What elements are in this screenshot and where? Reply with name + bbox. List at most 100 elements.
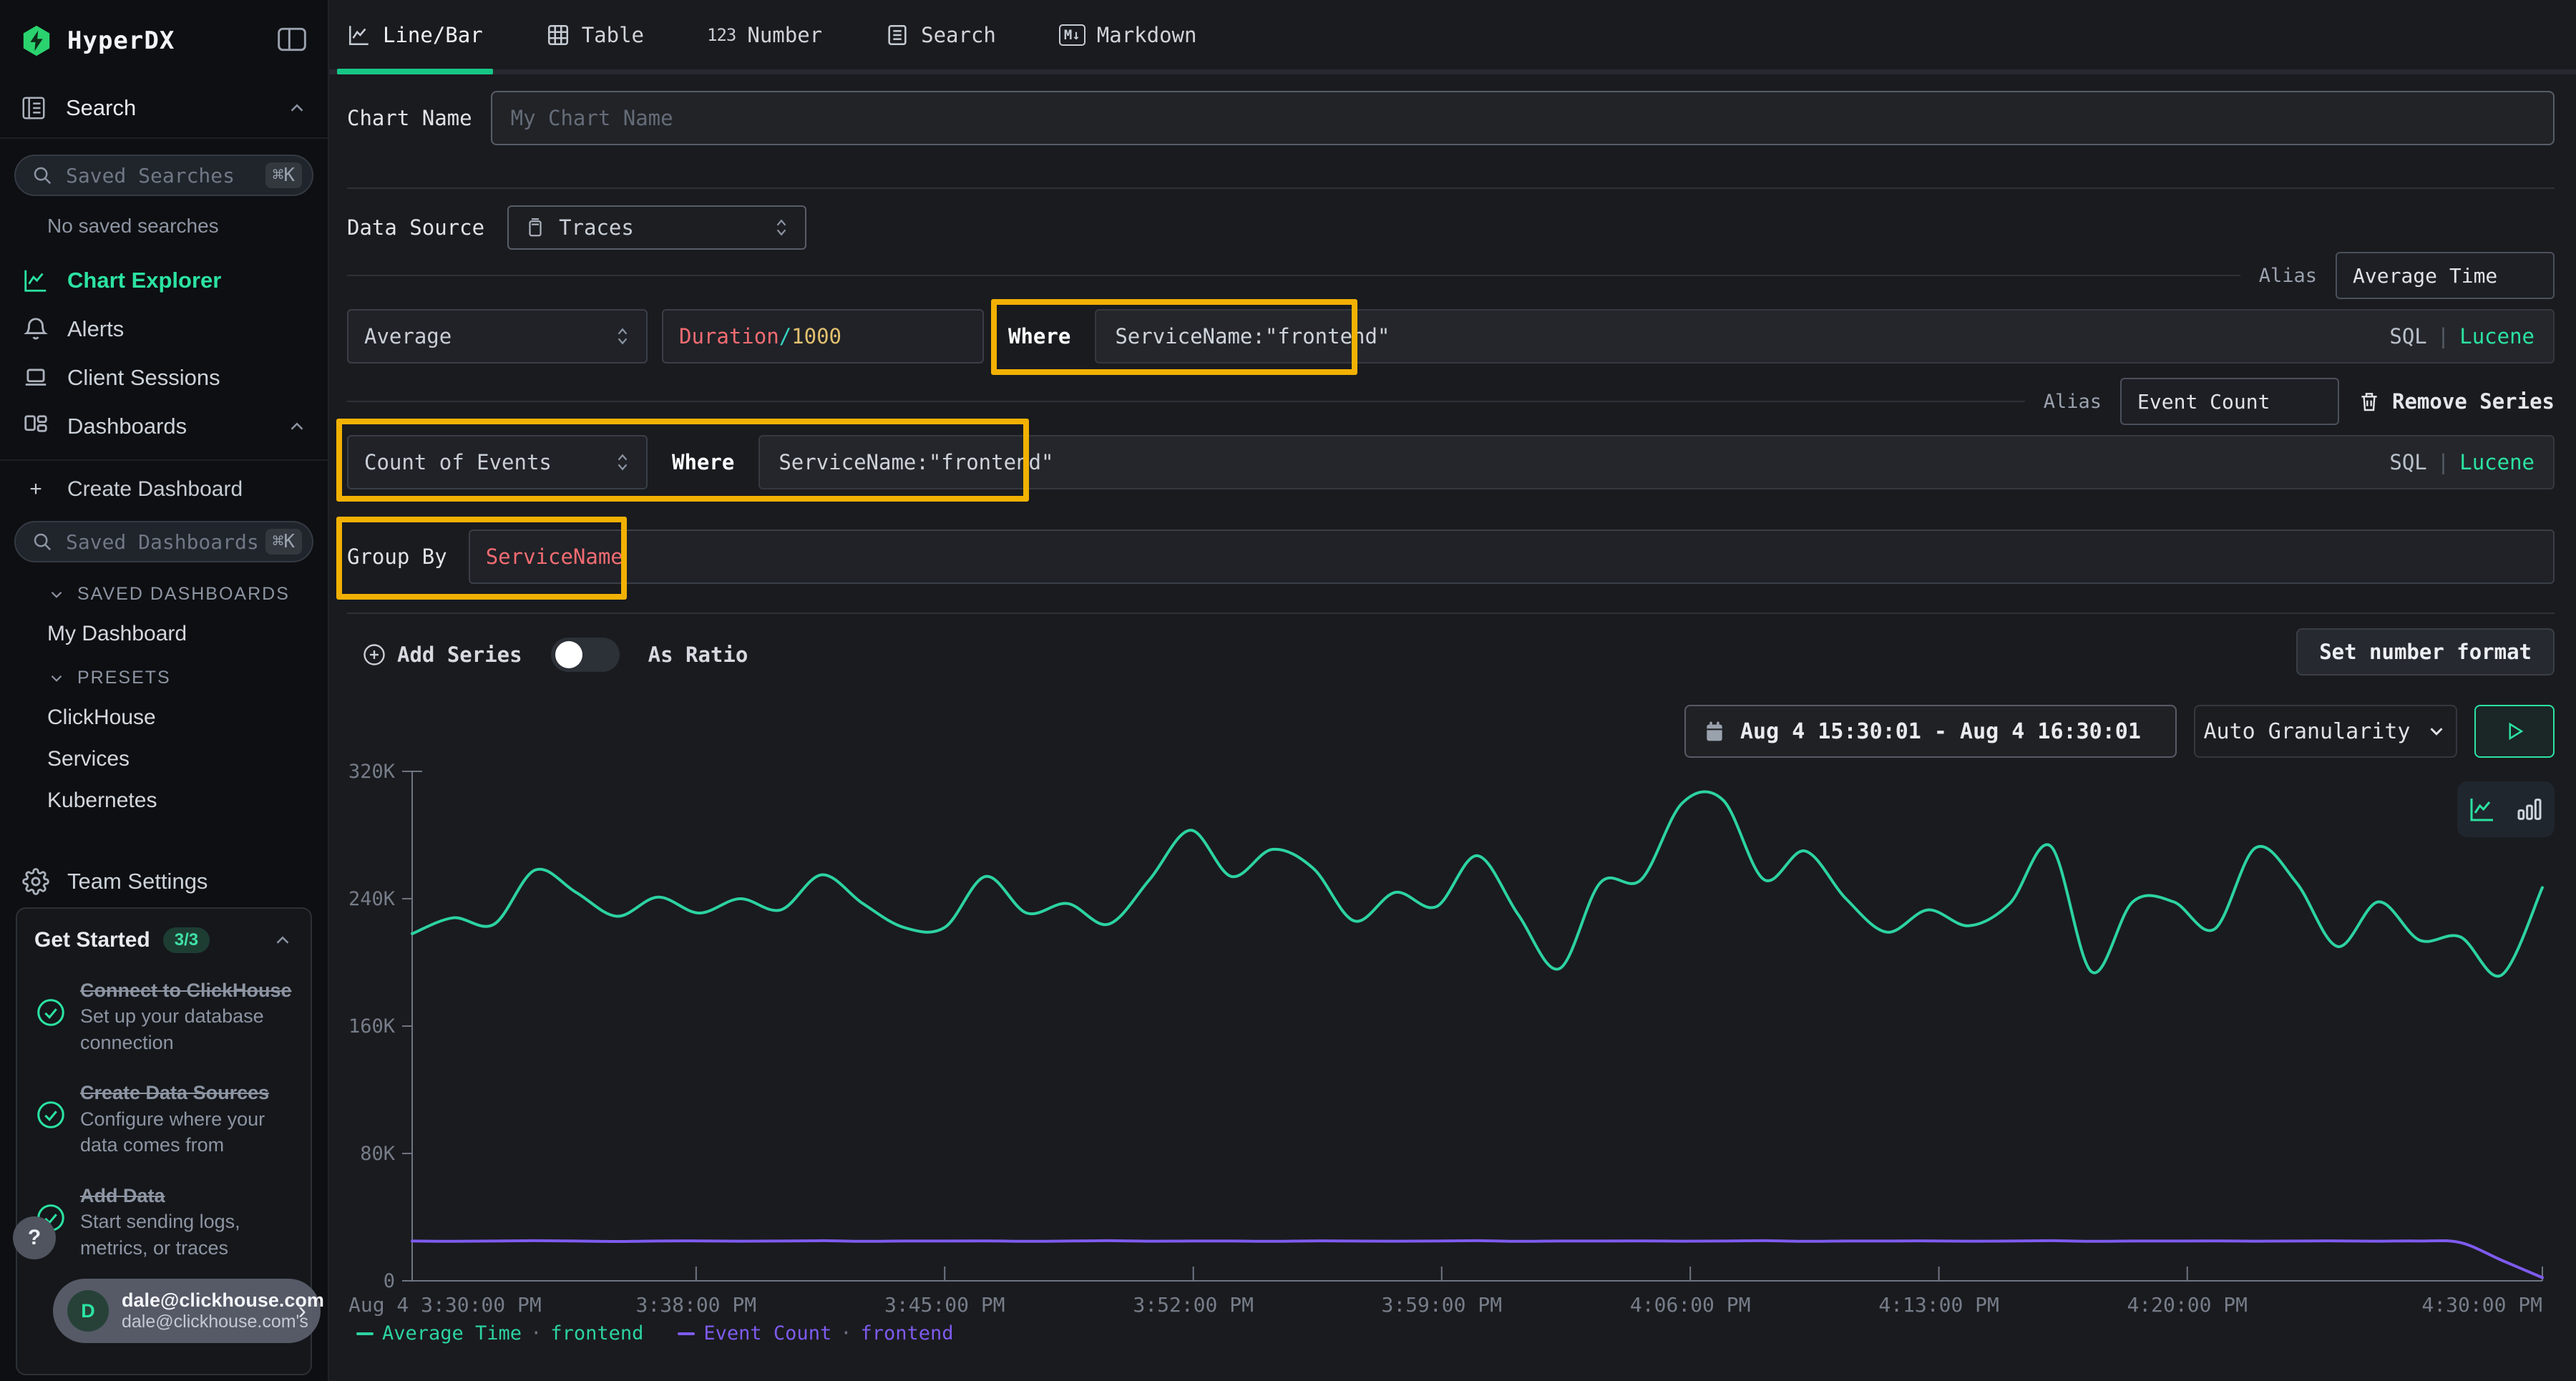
- add-series-button[interactable]: Add Series: [361, 642, 522, 668]
- date-range-value: Aug 4 15:30:01 - Aug 4 16:30:01: [1740, 719, 2141, 744]
- line-chart-icon: [20, 267, 52, 294]
- gear-icon: [20, 868, 52, 895]
- saved-searches-input[interactable]: Saved Searches ⌘K: [14, 155, 313, 196]
- divider: [347, 275, 2240, 276]
- list-document-icon: [885, 23, 909, 47]
- sql-toggle[interactable]: SQL: [2389, 450, 2426, 474]
- get-started-progress-badge: 3/3: [163, 927, 210, 953]
- divider: [347, 613, 2555, 614]
- chevron-right-icon: ›: [298, 1297, 306, 1325]
- toggle-knob: [555, 641, 582, 668]
- sidebar-collapse-icon[interactable]: [276, 26, 308, 56]
- series1-field-input[interactable]: Duration/1000: [662, 309, 984, 363]
- sidebar-item-team-settings[interactable]: Team Settings: [0, 859, 328, 904]
- legend-item-event-count[interactable]: Event Count · frontend: [678, 1322, 953, 1345]
- group-by-value: ServiceName: [486, 545, 623, 569]
- chevron-up-icon[interactable]: [272, 929, 293, 951]
- get-started-item-add-data[interactable]: Add Data Start sending logs, metrics, or…: [34, 1183, 293, 1261]
- where-query: ServiceName:"frontend": [1115, 324, 1390, 348]
- chart-name-input[interactable]: My Chart Name: [491, 91, 2555, 145]
- sidebar-item-client-sessions[interactable]: Client Sessions: [0, 355, 328, 401]
- user-menu[interactable]: D dale@clickhouse.com dale@clickhouse.co…: [53, 1279, 321, 1343]
- legend-item-average-time[interactable]: Average Time · frontend: [356, 1322, 643, 1345]
- hyperdx-logo-icon: [20, 24, 53, 57]
- as-ratio-label: As Ratio: [648, 643, 748, 667]
- search-icon: [31, 165, 53, 186]
- get-started-title: Get Started: [34, 928, 150, 952]
- select-chevrons-icon: [615, 453, 630, 472]
- svg-text:240K: 240K: [348, 888, 396, 910]
- saved-dashboards-input[interactable]: Saved Dashboards ⌘K: [14, 521, 313, 562]
- date-range-input[interactable]: Aug 4 15:30:01 - Aug 4 16:30:01: [1684, 705, 2177, 758]
- sidebar-item-clickhouse[interactable]: ClickHouse: [47, 706, 328, 730]
- help-button[interactable]: ?: [13, 1216, 56, 1259]
- svg-text:Aug 4 3:30:00 PM: Aug 4 3:30:00 PM: [348, 1293, 542, 1317]
- sidebar-item-label: Alerts: [67, 316, 124, 342]
- divider: [0, 137, 328, 139]
- presets-group-header[interactable]: PRESETS: [47, 668, 328, 688]
- svg-text:320K: 320K: [348, 761, 396, 783]
- tab-search[interactable]: Search: [885, 0, 996, 69]
- get-started-item-datasources[interactable]: Create Data Sources Configure where your…: [34, 1080, 293, 1158]
- chart-name-label: Chart Name: [347, 106, 472, 130]
- timeseries-chart[interactable]: 080K160K240K320KAug 4 3:30:00 PM3:38:00 …: [347, 755, 2555, 1327]
- database-icon: [525, 217, 546, 238]
- tab-number[interactable]: 123 Number: [707, 0, 822, 69]
- chevron-down-icon: [47, 585, 66, 604]
- series1-aggregation-select[interactable]: Average: [347, 309, 648, 363]
- main-content: Line/Bar Table 123 Number Search M↓ Mark…: [329, 0, 2576, 1381]
- sidebar-item-chart-explorer[interactable]: Chart Explorer: [0, 258, 328, 303]
- set-number-format-button[interactable]: Set number format: [2296, 628, 2555, 675]
- chart-legend: Average Time · frontend Event Count · fr…: [356, 1322, 954, 1345]
- series2-where-label: Where: [662, 450, 744, 474]
- task-subtitle: Set up your database connection: [80, 1003, 293, 1055]
- dashboard-grid-icon: [20, 413, 52, 440]
- field-denominator: 1000: [791, 324, 841, 348]
- svg-text:3:45:00 PM: 3:45:00 PM: [884, 1293, 1005, 1317]
- circle-plus-icon: [361, 642, 387, 668]
- tab-markdown[interactable]: M↓ Markdown: [1059, 0, 1197, 69]
- lucene-toggle[interactable]: Lucene: [2459, 450, 2534, 474]
- field-numerator: Duration: [679, 324, 779, 348]
- granularity-select[interactable]: Auto Granularity: [2194, 705, 2457, 758]
- series2-aggregation-select[interactable]: Count of Events: [347, 435, 648, 489]
- sidebar-item-dashboards[interactable]: Dashboards: [0, 404, 328, 449]
- lucene-toggle[interactable]: Lucene: [2459, 324, 2534, 348]
- sidebar-item-my-dashboard[interactable]: My Dashboard: [47, 622, 328, 646]
- series2-alias-input[interactable]: Event Count: [2120, 378, 2339, 425]
- data-source-value: Traces: [559, 215, 634, 240]
- sidebar-item-kubernetes[interactable]: Kubernetes: [47, 789, 328, 813]
- series1-alias-input[interactable]: Average Time: [2336, 252, 2555, 299]
- task-title: Connect to ClickHouse: [80, 977, 293, 1003]
- group-by-input[interactable]: ServiceName: [469, 530, 2555, 584]
- select-chevrons-icon: [615, 327, 630, 346]
- series1-where-label: Where: [998, 324, 1080, 348]
- create-dashboard-button[interactable]: + Create Dashboard: [0, 469, 328, 509]
- where-query: ServiceName:"frontend": [779, 450, 1053, 474]
- sidebar-item-services[interactable]: Services: [47, 747, 328, 771]
- tab-line-bar[interactable]: Line/Bar: [347, 0, 483, 69]
- avatar: D: [67, 1290, 109, 1332]
- as-ratio-toggle[interactable]: [551, 638, 620, 672]
- calendar-icon: [1703, 720, 1726, 743]
- trash-icon: [2358, 390, 2381, 413]
- data-source-label: Data Source: [347, 215, 484, 240]
- series2-where-input[interactable]: ServiceName:"frontend" SQL|Lucene: [758, 435, 2555, 489]
- sql-toggle[interactable]: SQL: [2389, 324, 2426, 348]
- svg-text:160K: 160K: [348, 1015, 396, 1038]
- task-title: Add Data: [80, 1183, 293, 1209]
- svg-text:4:20:00 PM: 4:20:00 PM: [2127, 1293, 2248, 1317]
- remove-series-button[interactable]: Remove Series: [2358, 389, 2555, 414]
- run-query-button[interactable]: [2474, 705, 2555, 758]
- svg-text:3:38:00 PM: 3:38:00 PM: [636, 1293, 757, 1317]
- field-operator: /: [779, 324, 791, 348]
- chevron-up-icon: [286, 97, 308, 119]
- task-subtitle: Start sending logs, metrics, or traces: [80, 1209, 293, 1261]
- sidebar-section-search[interactable]: Search: [0, 57, 328, 137]
- saved-dashboards-group-header[interactable]: SAVED DASHBOARDS: [47, 584, 328, 605]
- data-source-select[interactable]: Traces: [507, 205, 806, 250]
- get-started-item-connect[interactable]: Connect to ClickHouse Set up your databa…: [34, 977, 293, 1055]
- series1-where-input[interactable]: ServiceName:"frontend" SQL|Lucene: [1095, 309, 2555, 363]
- sidebar-item-alerts[interactable]: Alerts: [0, 306, 328, 352]
- tab-table[interactable]: Table: [546, 0, 644, 69]
